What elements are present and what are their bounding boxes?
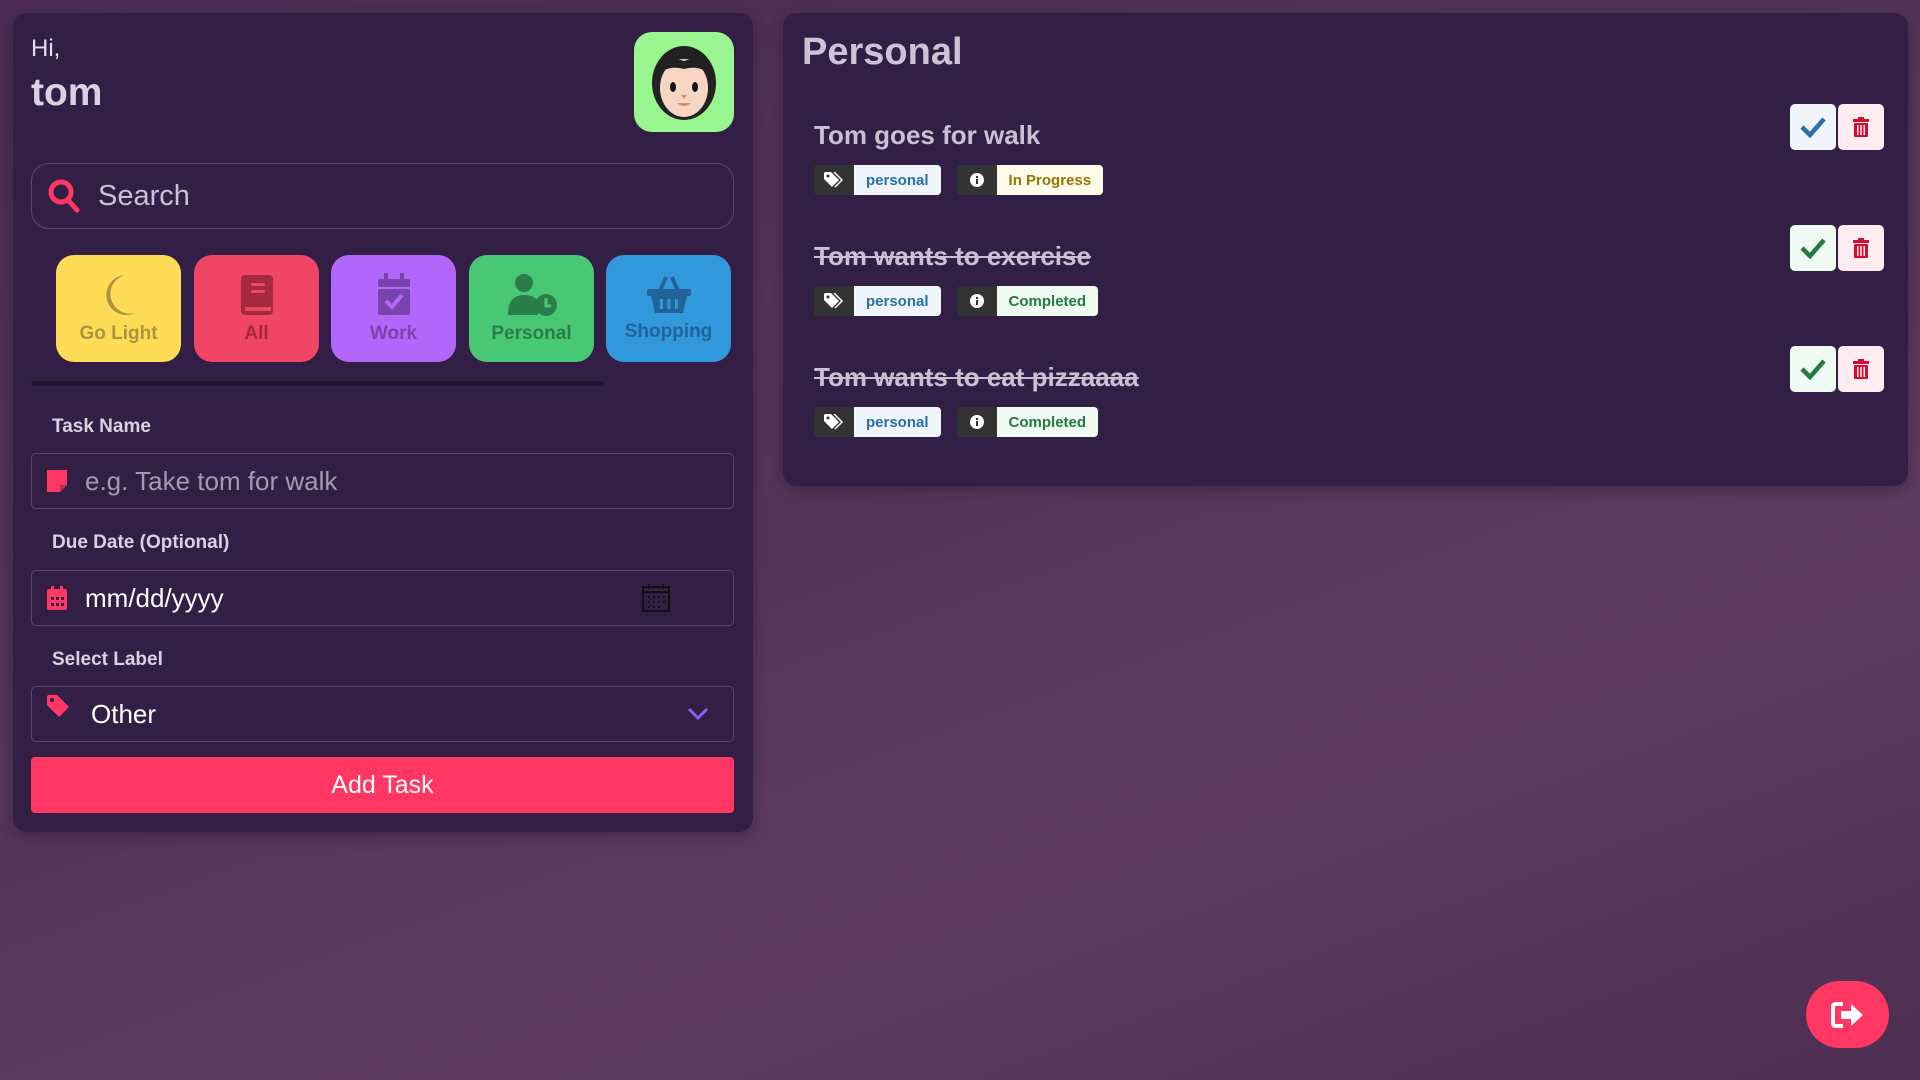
category-shopping-label: Shopping: [624, 320, 713, 342]
task-name-label: Task Name: [52, 416, 151, 437]
task-item: Tom wants to eat pizzaaaa personal Compl…: [814, 346, 1884, 462]
go-light-label: Go Light: [79, 322, 158, 344]
status-text: Completed: [996, 286, 1099, 316]
chevron-down-icon: [687, 707, 709, 721]
info-icon: [956, 286, 997, 316]
complete-button[interactable]: [1790, 346, 1836, 392]
avatar-face-icon: [652, 46, 716, 120]
greeting: Hi,: [31, 35, 61, 62]
task-name-input[interactable]: e.g. Take tom for walk: [31, 453, 734, 509]
status-badge: Completed: [956, 286, 1099, 316]
delete-button[interactable]: [1838, 346, 1884, 392]
divider: [31, 381, 604, 386]
task-title: Tom wants to exercise: [814, 241, 1091, 271]
label-badge: personal: [814, 286, 941, 316]
task-item: Tom wants to exercise personal Completed: [814, 225, 1884, 341]
tag-icon: [47, 695, 69, 717]
label-badge: personal: [814, 165, 941, 195]
label-badge: personal: [814, 407, 941, 437]
add-task-button[interactable]: Add Task: [31, 757, 734, 813]
category-personal-button[interactable]: Personal: [469, 255, 594, 362]
sticky-note-icon: [47, 470, 67, 492]
moon-icon: [105, 274, 135, 315]
task-title: Tom goes for walk: [814, 120, 1041, 150]
calendar-check-icon: [377, 272, 410, 315]
category-work-label: Work: [369, 322, 418, 344]
trash-icon: [1853, 238, 1869, 258]
check-icon: [1800, 117, 1826, 138]
delete-button[interactable]: [1838, 225, 1884, 271]
search-input[interactable]: Search: [31, 163, 734, 229]
trash-icon: [1853, 117, 1869, 137]
user-name: tom: [31, 71, 103, 114]
label-text: personal: [854, 407, 941, 437]
tags-icon: [814, 407, 854, 437]
logout-button[interactable]: [1806, 981, 1889, 1048]
go-light-button[interactable]: Go Light: [56, 255, 181, 362]
info-icon: [956, 165, 997, 195]
select-label-heading: Select Label: [52, 649, 163, 670]
category-shopping-button[interactable]: Shopping: [606, 255, 731, 362]
book-icon: [240, 274, 273, 315]
status-text: Completed: [996, 407, 1099, 437]
due-date-input[interactable]: mm/dd/yyyy: [31, 570, 734, 626]
task-item: Tom goes for walk personal In Progress: [814, 104, 1884, 220]
avatar[interactable]: [634, 32, 734, 132]
sign-out-icon: [1830, 1001, 1863, 1028]
category-all-button[interactable]: All: [194, 255, 319, 362]
selected-label: Other: [91, 698, 157, 729]
delete-button[interactable]: [1838, 104, 1884, 150]
list-title: Personal: [802, 31, 963, 73]
user-clock-icon: [507, 273, 557, 316]
trash-icon: [1853, 359, 1869, 379]
check-icon: [1800, 359, 1826, 380]
due-date-placeholder: mm/dd/yyyy: [85, 582, 224, 613]
sidebar-panel: Hi, tom Search Go Light All Work Persona…: [13, 13, 753, 832]
label-text: personal: [854, 165, 941, 195]
search-icon: [48, 179, 80, 213]
category-work-button[interactable]: Work: [331, 255, 456, 362]
basket-icon: [646, 275, 691, 313]
category-personal-label: Personal: [491, 322, 572, 344]
task-name-placeholder: e.g. Take tom for walk: [85, 465, 338, 496]
check-icon: [1800, 238, 1826, 259]
task-list-panel: Personal Tom goes for walk personal In P…: [783, 13, 1908, 486]
label-select[interactable]: Other: [31, 686, 734, 742]
status-text: In Progress: [996, 165, 1104, 195]
due-date-label: Due Date (Optional): [52, 532, 230, 553]
status-badge: Completed: [956, 407, 1099, 437]
label-text: personal: [854, 286, 941, 316]
calendar-icon: [47, 586, 67, 610]
date-picker-icon[interactable]: [641, 583, 671, 613]
search-placeholder: Search: [98, 179, 190, 212]
complete-button[interactable]: [1790, 104, 1836, 150]
complete-button[interactable]: [1790, 225, 1836, 271]
info-icon: [956, 407, 997, 437]
category-all-label: All: [244, 322, 269, 344]
task-title: Tom wants to eat pizzaaaa: [814, 362, 1139, 392]
tags-icon: [814, 165, 854, 195]
tags-icon: [814, 286, 854, 316]
status-badge: In Progress: [956, 165, 1104, 195]
